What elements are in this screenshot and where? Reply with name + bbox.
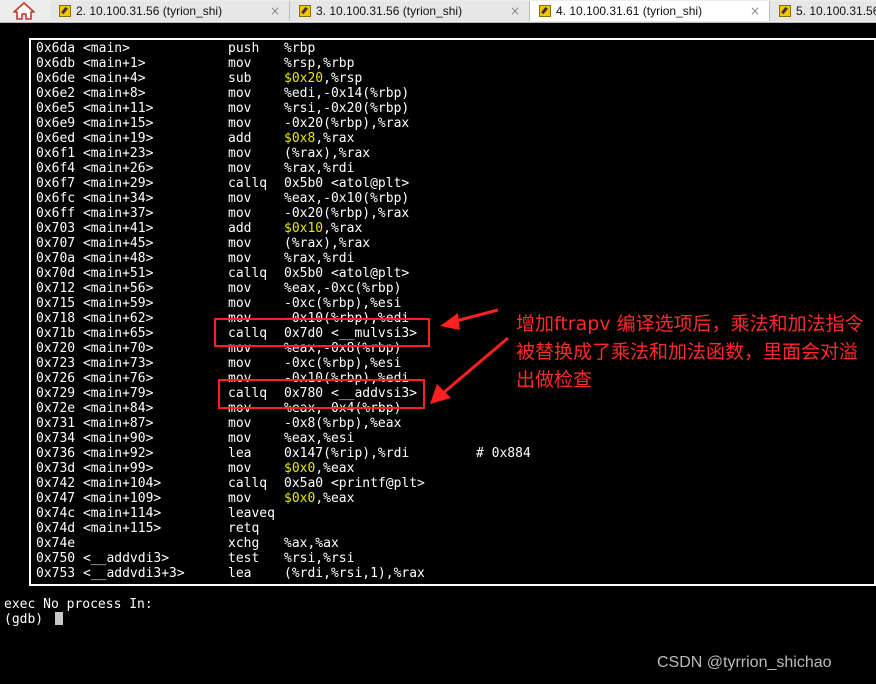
arrow-head-mulvsi3 bbox=[440, 313, 460, 330]
gdb-prompt-line[interactable]: (gdb) bbox=[4, 612, 63, 627]
annotation-text: 增加ftrapv 编译选项后，乘法和加法指令被替换成了乘法和加法函数，里面会对溢… bbox=[516, 313, 864, 391]
status-line: exec No process In: bbox=[4, 597, 153, 612]
watermark: CSDN @tyrrion_shichao bbox=[657, 654, 832, 671]
arrow-head-addvsi3 bbox=[430, 384, 451, 404]
arrow-to-mulvsi3 bbox=[451, 308, 499, 324]
gdb-prompt: (gdb) bbox=[4, 612, 51, 627]
text-cursor bbox=[54, 612, 63, 625]
arrow-to-addvsi3 bbox=[441, 336, 509, 396]
